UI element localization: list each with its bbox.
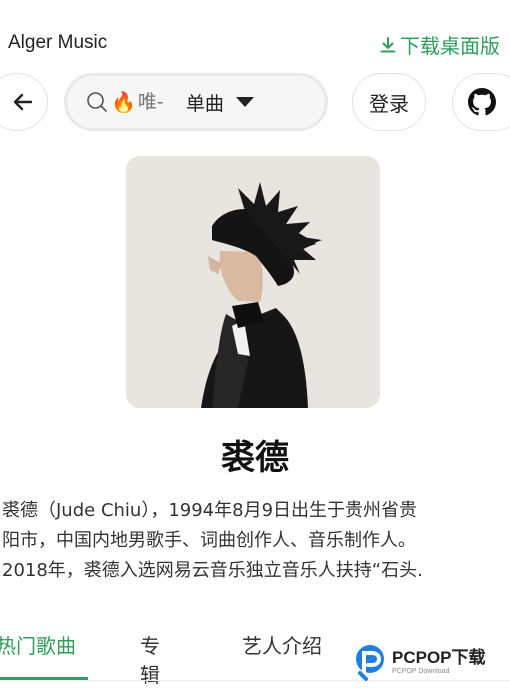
- search-bar[interactable]: 🔥 单曲: [64, 73, 328, 131]
- search-input[interactable]: [137, 91, 172, 113]
- caret-down-icon: [235, 97, 254, 107]
- github-button[interactable]: [452, 73, 510, 131]
- artist-photo: [126, 156, 380, 408]
- tab-hot-songs[interactable]: 热门歌曲: [0, 630, 76, 671]
- description-line: 裘德（Jude Chiu），1994年8月9日出生于贵州省贵: [2, 500, 418, 521]
- download-desktop-link[interactable]: 下载桌面版: [378, 30, 500, 59]
- watermark-text: PCPOP下载 PCPOP Download: [392, 649, 486, 675]
- artist-tabs: 热门歌曲 专辑 艺人介绍: [0, 630, 322, 687]
- watermark-sub: PCPOP Download: [392, 668, 450, 675]
- login-button[interactable]: 登录: [352, 73, 426, 131]
- watermark: PCPOP下载 PCPOP Download: [352, 642, 510, 682]
- description-line: 2018年，裘德入选网易云音乐独立音乐人扶持“石头.: [2, 560, 423, 581]
- watermark-main: PCPOP下载: [392, 648, 486, 667]
- artist-description: 裘德（Jude Chiu），1994年8月9日出生于贵州省贵 阳市，中国内地男歌…: [2, 496, 510, 586]
- artist-page: Alger Music 下载桌面版 🔥 单曲 登录: [0, 0, 510, 688]
- tab-artist-intro[interactable]: 艺人介绍: [242, 630, 322, 671]
- top-bar: Alger Music 下载桌面版: [0, 0, 510, 80]
- search-type-label: 单曲: [185, 92, 224, 115]
- search-type-select[interactable]: 单曲: [186, 89, 256, 116]
- artist-portrait-image: [126, 156, 380, 408]
- search-icon: [87, 92, 107, 112]
- app-title: Alger Music: [8, 32, 108, 53]
- artist-name: 裘德: [221, 438, 289, 478]
- pcpop-logo-icon: [356, 645, 384, 681]
- arrow-left-icon: [13, 93, 33, 111]
- fire-icon: 🔥: [111, 90, 136, 114]
- download-icon: [380, 36, 396, 52]
- github-icon: [468, 88, 496, 116]
- download-label: 下载桌面版: [400, 34, 500, 58]
- back-button[interactable]: [0, 73, 48, 131]
- description-line: 阳市，中国内地男歌手、词曲创作人、音乐制作人。: [2, 530, 416, 551]
